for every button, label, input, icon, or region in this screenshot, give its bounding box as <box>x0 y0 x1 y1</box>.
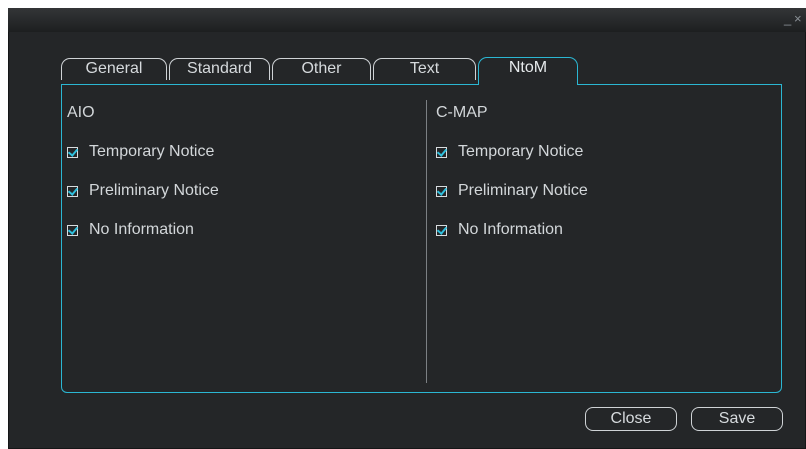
close-icon[interactable]: × <box>794 11 802 27</box>
cmap-title: C-MAP <box>436 104 488 121</box>
save-button[interactable]: Save <box>691 407 783 431</box>
option-label: Temporary Notice <box>89 143 215 160</box>
option-label: Temporary Notice <box>458 143 584 160</box>
tab-other[interactable]: Other <box>272 58 371 80</box>
tab-general[interactable]: General <box>61 58 167 80</box>
cmap-preliminary-notice-option[interactable]: Preliminary Notice <box>436 181 588 201</box>
tab-ntom[interactable]: NtoM <box>478 57 578 85</box>
cmap-column: C-MAP Temporary Notice Preliminary Notic… <box>436 103 588 259</box>
checkbox-checked-icon[interactable] <box>436 146 447 158</box>
checkbox-checked-icon[interactable] <box>67 224 78 236</box>
cmap-no-information-option[interactable]: No Information <box>436 220 588 240</box>
aio-no-information-option[interactable]: No Information <box>67 220 219 240</box>
aio-temporary-notice-option[interactable]: Temporary Notice <box>67 142 219 162</box>
title-bar[interactable]: _ × <box>8 8 806 32</box>
ntom-panel: AIO Temporary Notice Preliminary Notice … <box>61 84 782 393</box>
aio-preliminary-notice-option[interactable]: Preliminary Notice <box>67 181 219 201</box>
aio-column: AIO Temporary Notice Preliminary Notice … <box>67 103 219 259</box>
checkbox-checked-icon[interactable] <box>436 185 447 197</box>
checkbox-checked-icon[interactable] <box>436 224 447 236</box>
minimize-icon[interactable]: _ <box>784 11 791 27</box>
tab-bar: General Standard Other Text NtoM <box>61 57 581 86</box>
close-button[interactable]: Close <box>585 407 677 431</box>
option-label: Preliminary Notice <box>458 182 588 199</box>
settings-window: _ × General Standard Other Text NtoM AIO… <box>8 8 806 449</box>
tab-text[interactable]: Text <box>373 58 476 80</box>
checkbox-checked-icon[interactable] <box>67 146 78 158</box>
column-divider <box>426 100 427 383</box>
option-label: Preliminary Notice <box>89 182 219 199</box>
option-label: No Information <box>458 221 563 238</box>
aio-title: AIO <box>67 104 95 121</box>
cmap-temporary-notice-option[interactable]: Temporary Notice <box>436 142 588 162</box>
option-label: No Information <box>89 221 194 238</box>
checkbox-checked-icon[interactable] <box>67 185 78 197</box>
tab-standard[interactable]: Standard <box>169 58 270 80</box>
